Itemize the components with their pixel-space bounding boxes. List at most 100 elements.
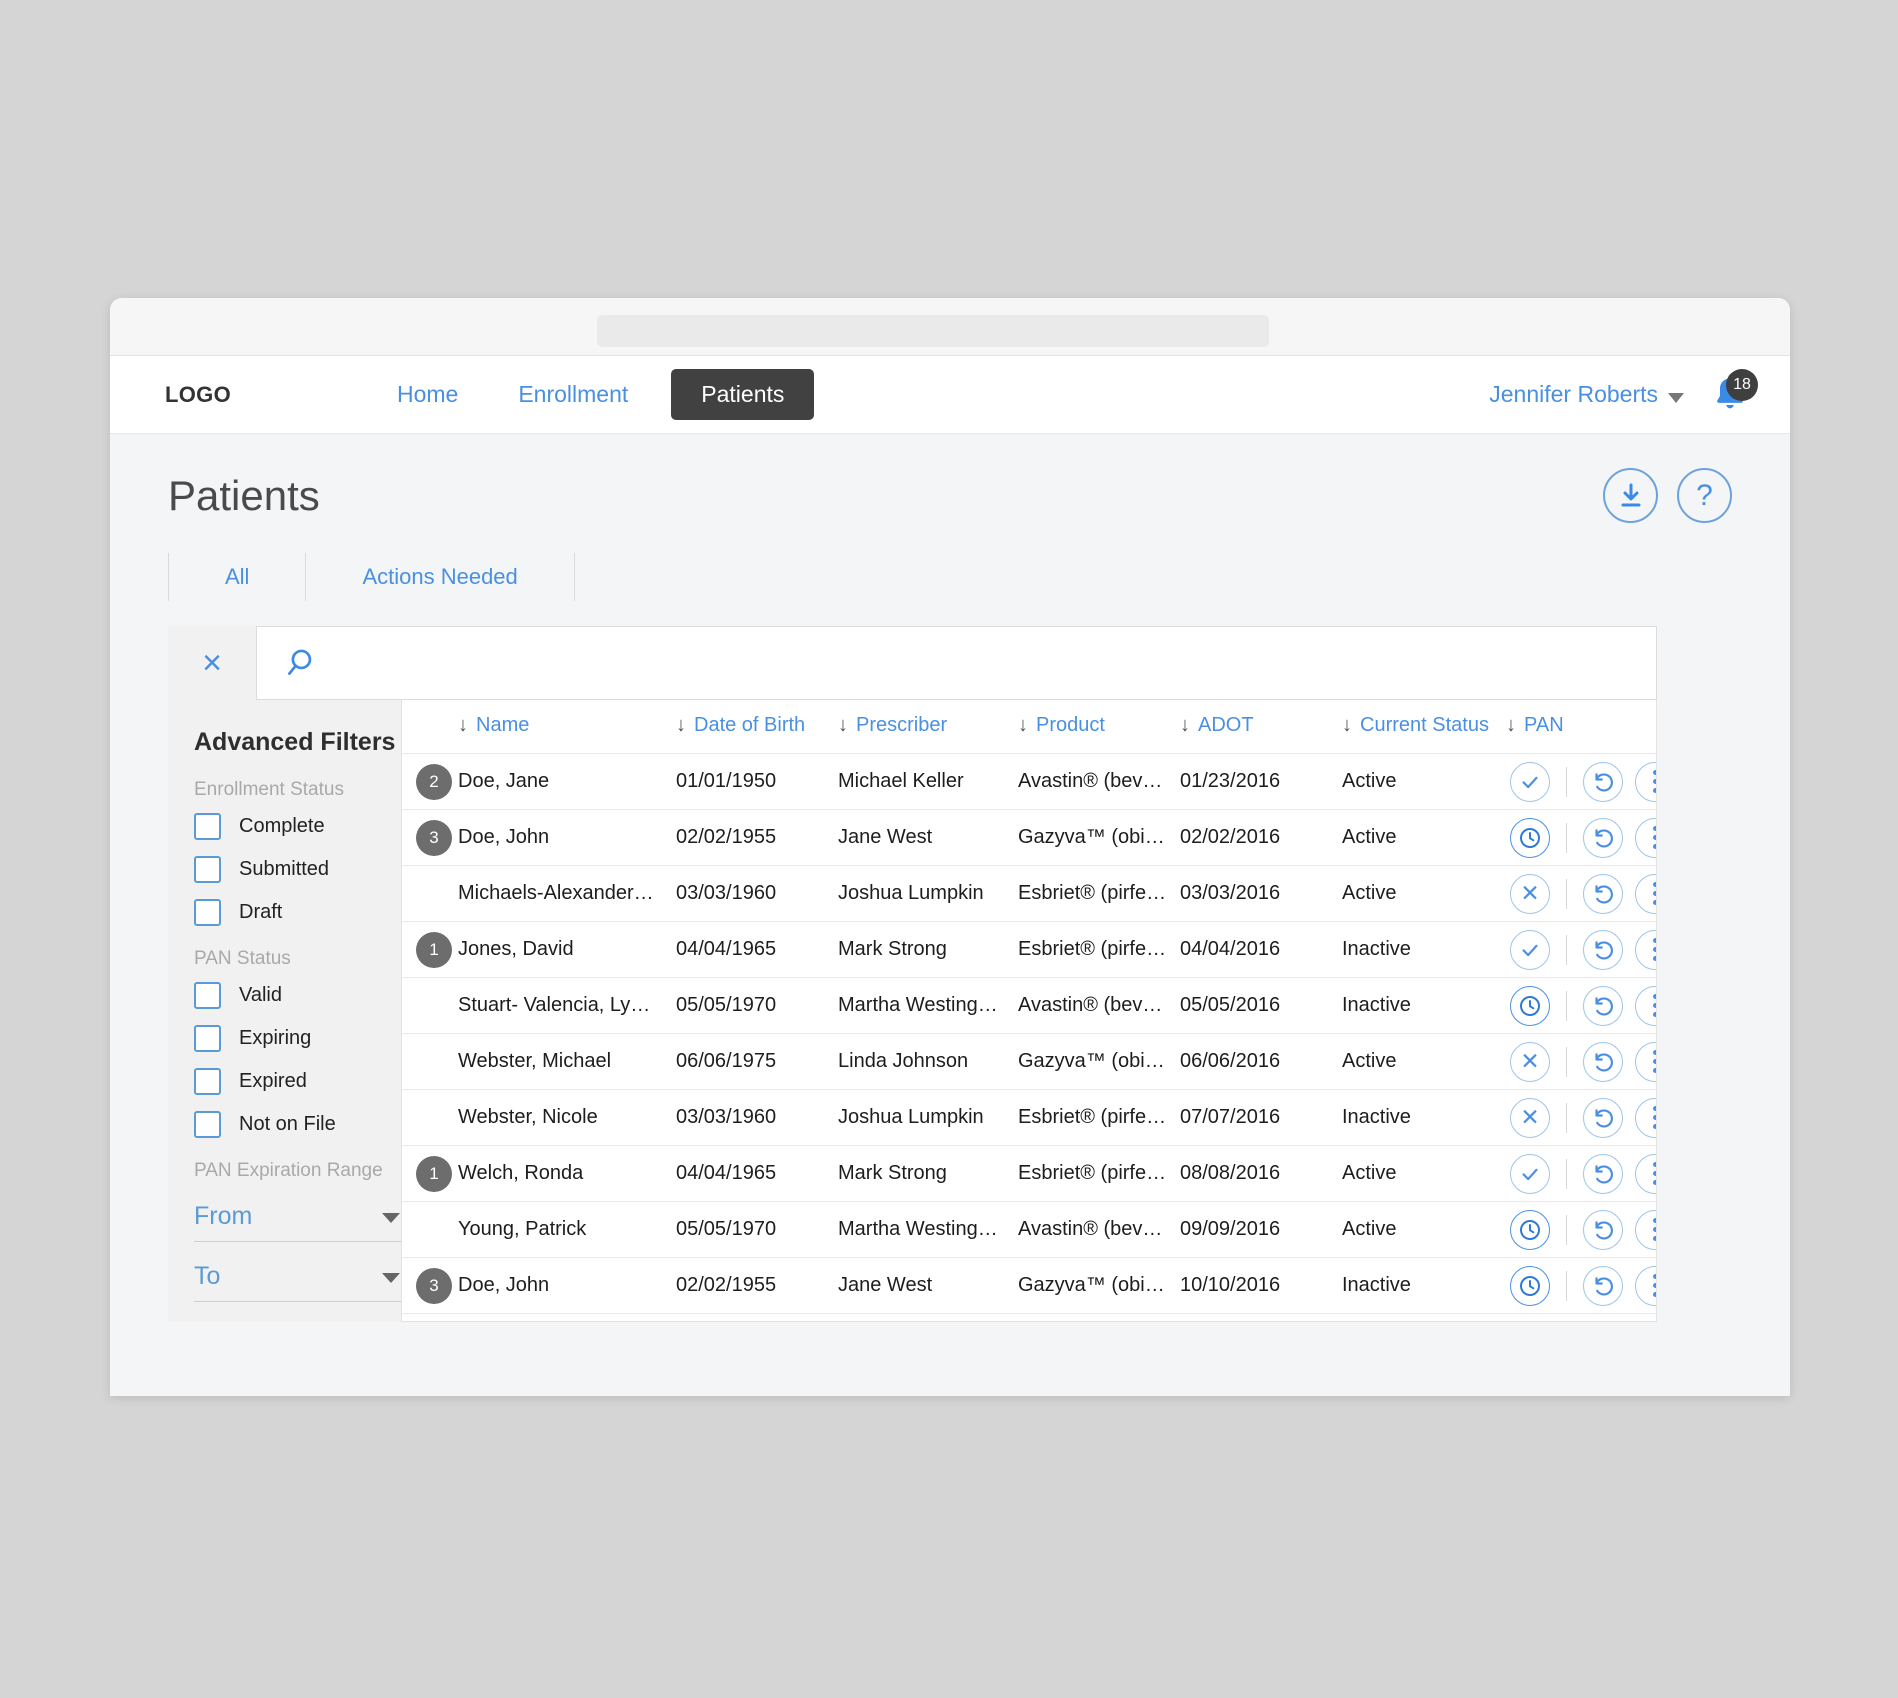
pan-valid-button[interactable]: [1510, 1153, 1550, 1194]
table-row[interactable]: Stuart- Valencia, Ly… 05/05/1970 Martha We…: [402, 977, 1656, 1034]
table-header-row: ↓ Name ↓ Date of Birth ↓ Prescriber ↓ Produc…: [402, 700, 1656, 754]
table-row[interactable]: 3 Doe, John 02/02/1955 Jane West Gazyva™ (ob…: [402, 809, 1656, 866]
col-header-pan[interactable]: ↓ PAN: [1506, 700, 1656, 754]
pan-valid-button[interactable]: [1510, 929, 1550, 970]
row-more-menu-button[interactable]: [1635, 761, 1656, 802]
row-undo-button[interactable]: [1583, 1097, 1623, 1138]
select-from[interactable]: From: [194, 1202, 401, 1242]
cell-current-status: Active: [1342, 753, 1506, 810]
cell-current-status: Inactive: [1342, 921, 1506, 978]
row-more-menu-button[interactable]: [1635, 1097, 1656, 1138]
download-button[interactable]: [1603, 468, 1658, 523]
table-row[interactable]: Michaels-Alexander…03/03/1960Joshua Lump…: [402, 865, 1656, 922]
row-undo-button[interactable]: [1583, 873, 1623, 914]
checkbox-draft[interactable]: Draft: [194, 899, 401, 926]
table-row[interactable]: 1 Welch, Ronda 04/04/1965 Mark Strong Esbrie…: [402, 1145, 1656, 1202]
row-undo-button[interactable]: [1583, 817, 1623, 858]
checkbox-complete[interactable]: Complete: [194, 813, 401, 840]
checkbox-valid[interactable]: Valid: [194, 982, 401, 1009]
pan-expiring-button[interactable]: [1510, 985, 1550, 1026]
row-undo-button[interactable]: [1583, 1209, 1623, 1250]
cell-product: Esbriet® (pirfe…: [1018, 865, 1180, 922]
search-input[interactable]: [331, 651, 1656, 675]
pan-expiring-button[interactable]: [1510, 1209, 1550, 1250]
notifications-button[interactable]: 18: [1710, 368, 1758, 417]
nav-item-patients[interactable]: Patients: [671, 369, 815, 420]
row-more-menu-button[interactable]: [1635, 1153, 1656, 1194]
cell-name: Webster, Michael: [458, 1033, 676, 1090]
col-header-product[interactable]: ↓ Product: [1018, 700, 1180, 754]
nav-item-enrollment[interactable]: Enrollment: [488, 381, 658, 408]
table-row[interactable]: Young, Patrick 05/05/1970 Martha Westing… A…: [402, 1201, 1656, 1258]
user-menu[interactable]: Jennifer Roberts: [1489, 381, 1684, 408]
row-undo-button[interactable]: [1583, 1041, 1623, 1082]
divider: [1566, 878, 1567, 909]
cell-adot: 09/09/2016: [1180, 1201, 1342, 1258]
row-more-menu-button[interactable]: [1635, 1322, 1657, 1323]
cell-current-status: Active: [1342, 1201, 1506, 1258]
pan-not-on-file-button[interactable]: ✕: [1510, 873, 1550, 914]
cell-adot: 06/06/2016: [1180, 1033, 1342, 1090]
table-row[interactable]: Michaels-Alexander…03/03/1960Joshua Lump…: [402, 1313, 1657, 1323]
row-more-menu-button[interactable]: [1635, 985, 1656, 1026]
chevron-down-icon: [1668, 392, 1684, 403]
pan-expiring-button[interactable]: [1510, 1265, 1550, 1306]
row-more-menu-button[interactable]: [1635, 1209, 1656, 1250]
row-actions: [1506, 1209, 1656, 1250]
cell-name: Doe, John: [458, 809, 676, 866]
col-header-label: PAN: [1524, 714, 1564, 736]
checkbox-expiring[interactable]: Expiring: [194, 1025, 401, 1052]
row-undo-button[interactable]: [1583, 1322, 1623, 1323]
row-undo-button[interactable]: [1583, 929, 1623, 970]
pan-not-on-file-button[interactable]: ✕: [1510, 1041, 1550, 1082]
help-button[interactable]: ?: [1677, 468, 1732, 523]
search-box[interactable]: [256, 626, 1657, 700]
content-split: Advanced Filters Enrollment Status Compl…: [168, 700, 1657, 1322]
checkbox-icon: [194, 1068, 221, 1095]
table-row[interactable]: 2 Doe, Jane 01/01/1950 Michael Keller Avasti…: [402, 753, 1656, 810]
close-filters-button[interactable]: ×: [168, 626, 256, 700]
table-row[interactable]: 1 Jones, David 04/04/1965 Mark Strong Esbrie…: [402, 921, 1656, 978]
row-undo-button[interactable]: [1583, 761, 1623, 802]
checkbox-not-on-file[interactable]: Not on File: [194, 1111, 401, 1138]
pan-not-on-file-button[interactable]: ✕: [1510, 1322, 1550, 1323]
table-row[interactable]: Webster, Nicole 03/03/1960 Joshua Lumpkin E…: [402, 1089, 1656, 1146]
undo-icon: [1595, 772, 1613, 791]
pan-valid-button[interactable]: [1510, 761, 1550, 802]
row-more-menu-button[interactable]: [1635, 1265, 1656, 1306]
col-header-date-of-birth[interactable]: ↓ Date of Birth: [676, 700, 838, 754]
cell-date-of-birth: 05/05/1970: [676, 977, 838, 1034]
advanced-filters-heading: Advanced Filters: [194, 728, 396, 756]
more-vertical-icon: [1652, 1106, 1656, 1129]
row-more-menu-button[interactable]: [1635, 817, 1656, 858]
table-row[interactable]: Webster, Michael 06/06/1975 Linda Johnson G…: [402, 1033, 1656, 1090]
tab-actions-needed[interactable]: Actions Needed: [305, 553, 575, 601]
download-icon: [1621, 483, 1640, 506]
undo-icon: [1595, 1052, 1613, 1071]
row-undo-button[interactable]: [1583, 1153, 1623, 1194]
col-header-name[interactable]: ↓ Name: [458, 700, 676, 754]
table-body: 2 Doe, Jane 01/01/1950 Michael Keller Avasti…: [402, 753, 1657, 1323]
col-header-current-status[interactable]: ↓ Current Status: [1342, 700, 1506, 754]
row-more-menu-button[interactable]: [1635, 1041, 1656, 1082]
checkbox-submitted[interactable]: Submitted: [194, 856, 401, 883]
col-header-adot[interactable]: ↓ ADOT: [1180, 700, 1342, 754]
row-more-menu-button[interactable]: [1635, 873, 1656, 914]
nav-item-home[interactable]: Home: [367, 381, 488, 408]
select-to[interactable]: To: [194, 1262, 401, 1302]
undo-icon: [1595, 1276, 1613, 1295]
checkbox-expired[interactable]: Expired: [194, 1068, 401, 1095]
tab-all[interactable]: All: [168, 553, 305, 601]
cell-date-of-birth: 02/02/1955: [676, 1257, 838, 1314]
row-undo-button[interactable]: [1583, 1265, 1623, 1306]
table-row[interactable]: 3 Doe, John 02/02/1955 Jane West Gazyva™ (ob…: [402, 1257, 1656, 1314]
pan-expiring-button[interactable]: [1510, 817, 1550, 858]
row-undo-button[interactable]: [1583, 985, 1623, 1026]
pan-not-on-file-button[interactable]: ✕: [1510, 1097, 1550, 1138]
app-navbar: LOGO Home Enrollment Patients Jennifer R…: [110, 356, 1790, 434]
browser-url-bar[interactable]: [597, 315, 1269, 347]
close-icon: ×: [202, 644, 222, 682]
row-actions: [1506, 985, 1656, 1026]
row-more-menu-button[interactable]: [1635, 929, 1656, 970]
col-header-prescriber[interactable]: ↓ Prescriber: [838, 700, 1018, 754]
